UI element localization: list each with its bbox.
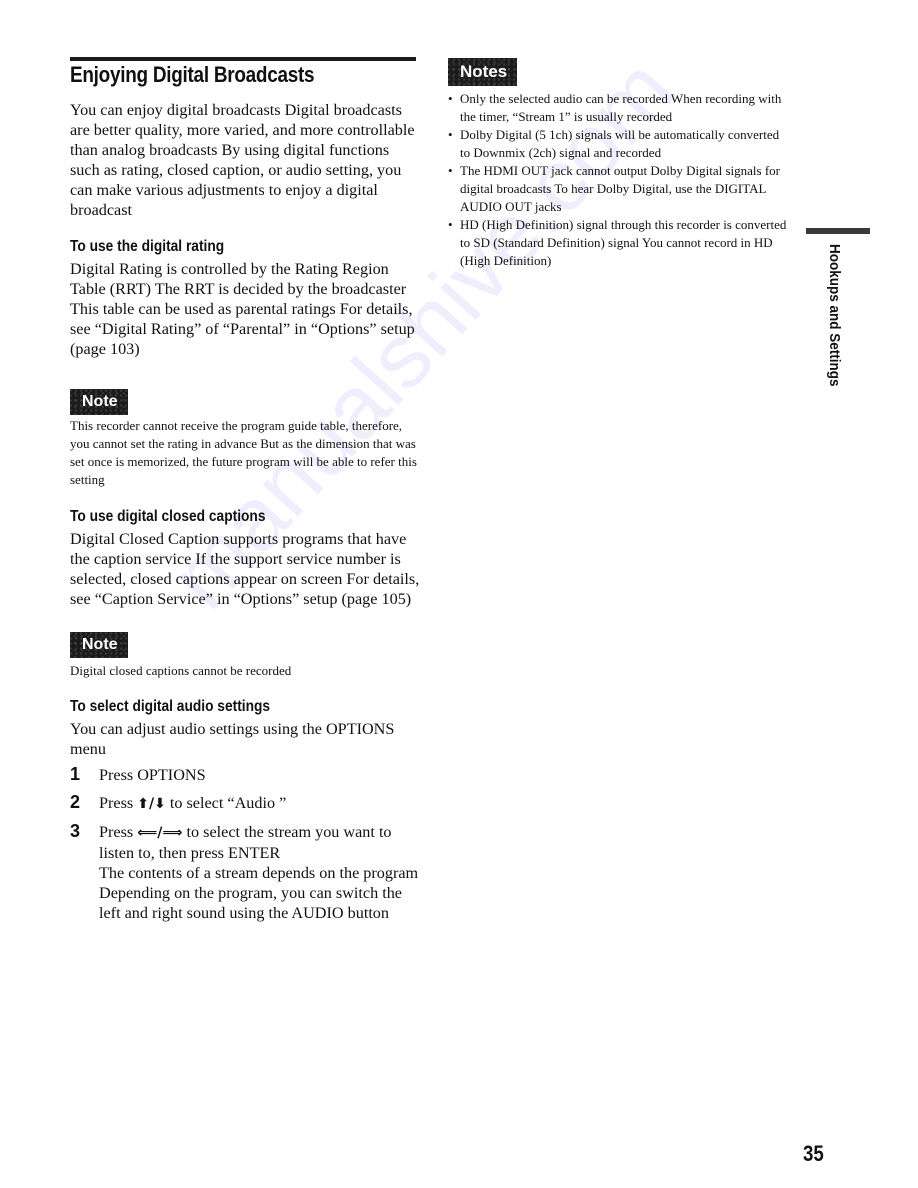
rating-note-text: This recorder cannot receive the program… [70, 418, 417, 487]
step-number: 3 [70, 821, 81, 841]
note-item: • Only the selected audio can be recorded… [448, 90, 788, 126]
left-column: You can enjoy digital broadcasts Digital… [70, 100, 420, 931]
audio-heading: To select digital audio settings [70, 698, 271, 715]
side-tab-marker [806, 228, 870, 234]
note-item: • Dolby Digital (5 1ch) signals will be a… [448, 126, 788, 162]
bullet-icon: • [448, 217, 453, 232]
captions-heading: To use digital closed captions [70, 508, 266, 525]
bullet-icon: • [448, 163, 453, 178]
note-item: • The HDMI OUT jack cannot output Dolby D… [448, 162, 788, 216]
side-tab-label: Hookups and Settings [826, 244, 843, 387]
note-item-text: The HDMI OUT jack cannot output Dolby Di… [460, 163, 781, 214]
note-label: Note [70, 389, 128, 415]
step-3: 3 Press ⟸/⟹ to select the stream you wan… [70, 821, 420, 923]
step-text: Press OPTIONS [99, 766, 206, 784]
bullet-icon: • [448, 127, 453, 142]
notes-label: Notes [448, 58, 517, 86]
captions-note: Note Digital closed captions cannot be r… [70, 632, 420, 680]
rating-note: Note This recorder cannot receive the pr… [70, 389, 420, 489]
note-label: Note [70, 632, 128, 658]
step-1: 1 Press OPTIONS [70, 764, 420, 785]
note-item-text: Only the selected audio can be recorded … [460, 91, 782, 124]
rating-paragraph: Digital Rating is controlled by the Rati… [70, 260, 415, 358]
step-text: Press [99, 823, 138, 841]
captions-paragraph: Digital Closed Caption supports programs… [70, 530, 420, 608]
page-title: Enjoying Digital Broadcasts [70, 62, 315, 87]
step-text: to select “Audio ” [165, 794, 287, 812]
rating-heading: To use the digital rating [70, 238, 225, 255]
step-text: Press [99, 794, 138, 812]
notes-list: • Only the selected audio can be recorded… [448, 90, 788, 270]
step-detail: Depending on the program, you can switch… [99, 884, 402, 922]
audio-paragraph: You can adjust audio settings using the … [70, 720, 395, 758]
step-number: 2 [70, 792, 81, 812]
step-2: 2 Press ⬆/⬇ to select “Audio ” [70, 792, 420, 814]
note-item-text: Dolby Digital (5 1ch) signals will be au… [460, 127, 780, 160]
step-detail: The contents of a stream depends on the … [99, 864, 419, 882]
intro-paragraph: You can enjoy digital broadcasts Digital… [70, 101, 415, 219]
note-item-text: HD (High Definition) signal through this… [460, 217, 787, 268]
note-item: • HD (High Definition) signal through thi… [448, 216, 788, 270]
page-number: 35 [803, 1141, 824, 1166]
right-column: Notes • Only the selected audio can be re… [448, 58, 788, 270]
bullet-icon: • [448, 91, 453, 106]
left-right-arrow-icon: ⟸/⟹ [137, 825, 183, 841]
audio-steps: 1 Press OPTIONS 2 Press ⬆/⬇ to select “A… [70, 764, 420, 923]
captions-note-text: Digital closed captions cannot be record… [70, 663, 292, 678]
up-down-arrow-icon: ⬆/⬇ [137, 796, 166, 812]
step-number: 1 [70, 764, 81, 784]
